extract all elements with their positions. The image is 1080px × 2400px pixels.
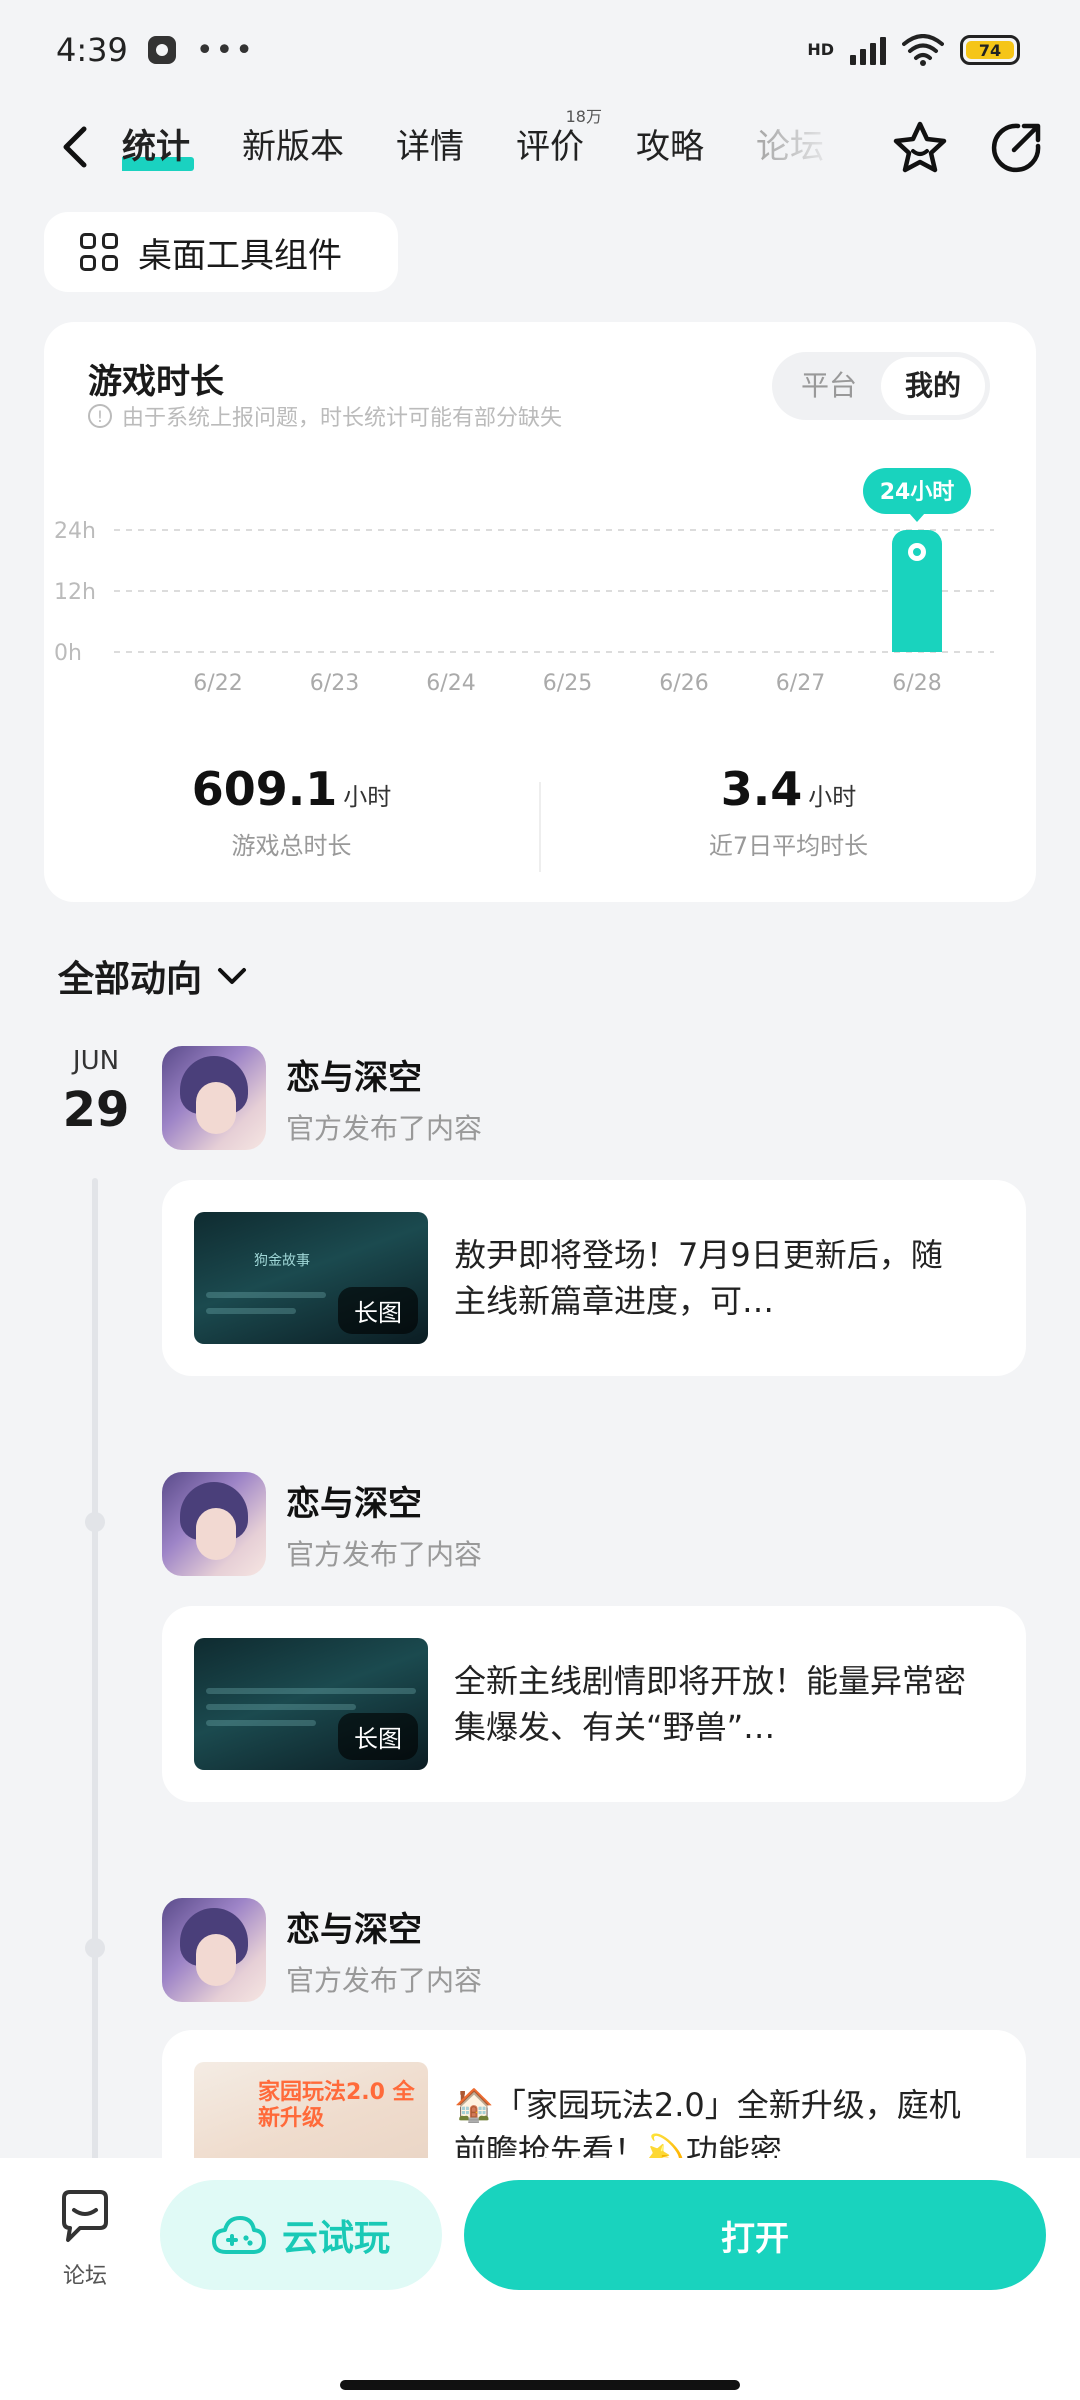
total-playtime: 609.1 小时 游戏总时长 xyxy=(44,762,539,892)
chevron-left-icon xyxy=(63,126,87,168)
bar-marker-dot-center xyxy=(913,548,921,556)
dynamics-filter-button[interactable]: 全部动向 xyxy=(58,950,248,1002)
timeline-line xyxy=(92,1178,98,2168)
playtime-summary: 609.1 小时 游戏总时长 3.4 小时 近7日平均时长 xyxy=(44,762,1036,892)
status-time: 4:39 xyxy=(56,31,128,69)
cloud-play-label: 云试玩 xyxy=(281,2218,390,2259)
forum-label: 论坛 xyxy=(62,2264,107,2289)
bottom-action-bar: 论坛 云试玩 打开 xyxy=(0,2158,1080,2400)
avatar xyxy=(162,1898,266,2002)
x-tick-label: 6/25 xyxy=(543,671,592,696)
playtime-title: 游戏时长 xyxy=(88,362,224,402)
thumbnail-title: 狗金故事 xyxy=(254,1253,310,1269)
thumbnail-title: 家园玩法2.0 全新升级 xyxy=(258,2080,415,2131)
dynamics-header-label: 全部动向 xyxy=(58,959,203,1000)
star-icon xyxy=(893,121,947,173)
avg-playtime: 3.4 小时 近7日平均时长 xyxy=(541,762,1036,892)
highlight-pointer xyxy=(909,513,925,522)
post-thumbnail: 狗金故事 长图 xyxy=(194,1212,428,1344)
review-count-badge: 18万 xyxy=(565,107,602,126)
cloud-play-button[interactable]: 云试玩 xyxy=(160,2180,442,2290)
post-card[interactable]: 长图 全新主线剧情即将开放！能量异常密集爆发、有关“野兽”… xyxy=(162,1606,1026,1802)
post-card[interactable]: 狗金故事 长图 敖尹即将登场！7月9日更新后，随主线新篇章进度，可… xyxy=(162,1180,1026,1376)
cloud-gamepad-icon xyxy=(211,2216,266,2254)
share-button[interactable] xyxy=(986,118,1046,178)
post-subtitle: 官方发布了内容 xyxy=(286,1537,483,1571)
toggle-mine[interactable]: 我的 xyxy=(881,357,985,415)
total-playtime-unit: 小时 xyxy=(343,783,392,811)
post-subtitle: 官方发布了内容 xyxy=(286,1963,483,1997)
y-tick-label: 0h xyxy=(54,641,82,666)
home-indicator[interactable] xyxy=(340,2380,740,2390)
tab-new-version[interactable]: 新版本 xyxy=(242,117,344,177)
post-text: 敖尹即将登场！7月9日更新后，随主线新篇章进度，可… xyxy=(454,1236,943,1320)
y-tick-label: 24h xyxy=(54,519,96,544)
total-playtime-value: 609.1 xyxy=(191,762,338,816)
x-tick-label: 6/27 xyxy=(776,671,825,696)
status-more-icon: ••• xyxy=(195,32,255,68)
tab-guides[interactable]: 攻略 xyxy=(636,117,704,177)
avg-playtime-unit: 小时 xyxy=(808,783,857,811)
x-tick-label: 6/23 xyxy=(310,671,359,696)
long-image-badge: 长图 xyxy=(338,1713,418,1760)
post-header[interactable]: 恋与深空 官方发布了内容 xyxy=(162,1472,482,1576)
status-bar: 4:39 ••• HD 74 xyxy=(0,0,1080,100)
top-nav: 统计 新版本 详情 评价18万 攻略 论坛 xyxy=(0,100,1080,194)
long-image-badge: 长图 xyxy=(338,1287,418,1334)
avatar xyxy=(162,1046,266,1150)
hd-label: HD xyxy=(807,40,834,59)
post-header[interactable]: 恋与深空 官方发布了内容 xyxy=(162,1898,482,2002)
date-month: JUN xyxy=(72,1046,120,1076)
chevron-down-icon xyxy=(218,968,247,984)
post-header[interactable]: 恋与深空 官方发布了内容 xyxy=(162,1046,482,1150)
post-text: 全新主线剧情即将开放！能量异常密集爆发、有关“野兽”… xyxy=(454,1662,967,1746)
tab-details[interactable]: 详情 xyxy=(396,117,464,177)
highlight-label: 24小时 xyxy=(880,480,955,505)
battery-level: 74 xyxy=(966,41,1014,60)
wifi-icon xyxy=(902,34,944,66)
avatar xyxy=(162,1472,266,1576)
open-game-button[interactable]: 打开 xyxy=(464,2180,1046,2290)
chart-bar-base xyxy=(892,636,942,652)
tabs-fade xyxy=(762,100,842,194)
x-tick-label: 6/24 xyxy=(426,671,475,696)
tab-reviews[interactable]: 评价 18万 xyxy=(516,107,602,177)
post-author: 恋与深空 xyxy=(286,1057,422,1098)
x-tick-label: 6/28 xyxy=(892,671,941,696)
widget-chip-label: 桌面工具组件 xyxy=(138,235,342,276)
widget-grid-icon xyxy=(80,233,118,271)
playtime-card: 游戏时长 ! 由于系统上报问题，时长统计可能有部分缺失 平台 我的 24h 12h… xyxy=(44,322,1036,902)
post-author: 恋与深空 xyxy=(286,1909,422,1950)
x-tick-label: 6/22 xyxy=(193,671,242,696)
post-subtitle: 官方发布了内容 xyxy=(286,1111,483,1145)
share-icon xyxy=(991,123,1041,173)
forum-button[interactable]: 论坛 xyxy=(40,2188,130,2290)
playtime-chart-svg: 24h 12h 0h 6/22 6/23 6/24 6/25 6/26 6/27 6/28 24小时 xyxy=(54,468,994,696)
playtime-chart: 24h 12h 0h 6/22 6/23 6/24 6/25 6/26 6/27 6/28 24小时 xyxy=(44,422,1036,702)
total-playtime-label: 游戏总时长 xyxy=(231,832,352,860)
post-thumbnail: 长图 xyxy=(194,1638,428,1770)
tab-strip: 统计 新版本 详情 评价18万 攻略 论坛 xyxy=(122,100,842,194)
desktop-widget-button[interactable]: 桌面工具组件 xyxy=(44,212,398,292)
favorite-button[interactable] xyxy=(890,118,950,178)
date-day: 29 xyxy=(62,1082,130,1138)
y-tick-label: 12h xyxy=(54,580,96,605)
battery-icon: 74 xyxy=(960,35,1020,65)
timeline-dot xyxy=(85,1938,105,1958)
x-tick-label: 6/26 xyxy=(659,671,708,696)
tab-stats[interactable]: 统计 xyxy=(122,117,194,177)
chat-bubble-icon xyxy=(62,2190,108,2242)
notification-app-icon xyxy=(147,36,176,64)
open-game-label: 打开 xyxy=(721,2218,789,2259)
post-author: 恋与深空 xyxy=(286,1483,422,1524)
timeline-dot xyxy=(85,1512,105,1532)
signal-icon xyxy=(850,35,886,65)
avg-playtime-label: 近7日平均时长 xyxy=(708,832,869,860)
avg-playtime-value: 3.4 xyxy=(720,762,803,816)
back-button[interactable] xyxy=(44,116,106,178)
scope-toggle: 平台 我的 xyxy=(772,352,990,420)
toggle-platform[interactable]: 平台 xyxy=(777,357,881,415)
